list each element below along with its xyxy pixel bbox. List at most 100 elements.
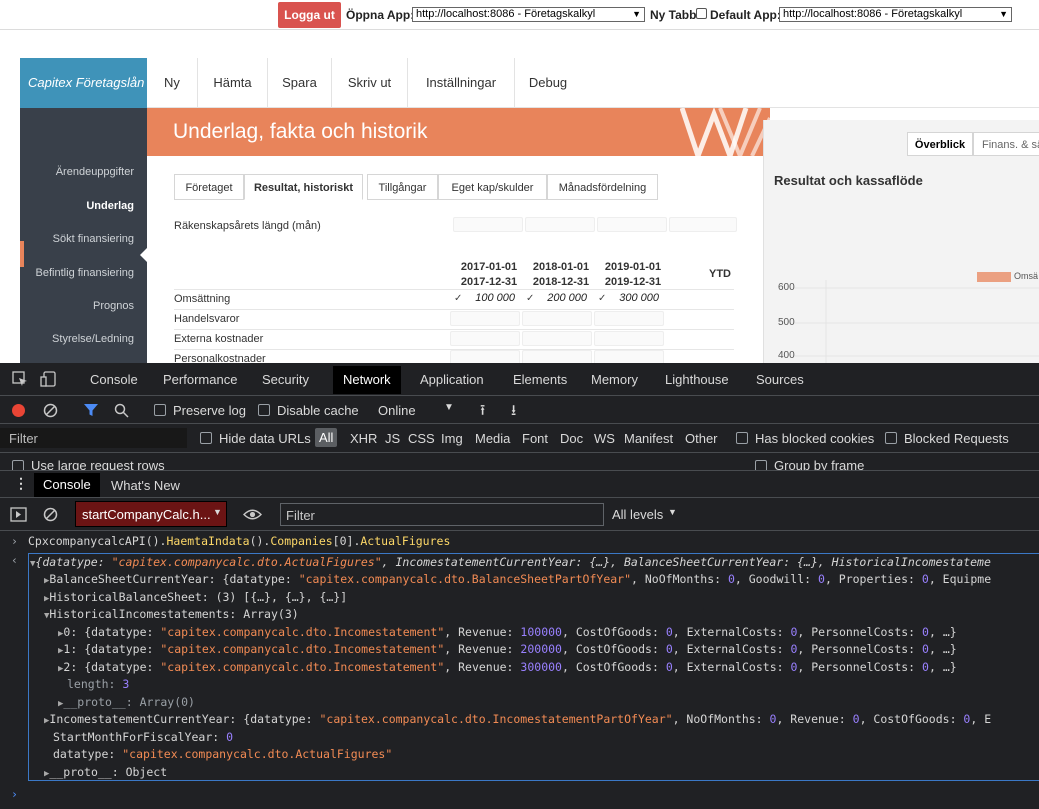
tab-equity-liabilities[interactable]: Eget kap/skulder bbox=[438, 174, 547, 200]
nav-settings[interactable]: Inställningar bbox=[408, 58, 515, 108]
sidebar-toggle-icon[interactable] bbox=[10, 507, 27, 522]
drawer-tab-console[interactable]: Console bbox=[34, 473, 100, 497]
new-tab-checkbox[interactable] bbox=[696, 8, 707, 19]
tab-elements[interactable]: Elements bbox=[513, 372, 567, 387]
has-blocked-cookies-checkbox[interactable] bbox=[736, 432, 748, 444]
filter-img[interactable]: Img bbox=[441, 431, 463, 446]
tab-sources[interactable]: Sources bbox=[756, 372, 804, 387]
tab-memory[interactable]: Memory bbox=[591, 372, 638, 387]
fiscal-length-input-2017[interactable] bbox=[453, 217, 523, 232]
historical-incomestatements-line[interactable]: ▼HistoricalIncomestatements: Array(3) bbox=[44, 607, 299, 621]
context-selector[interactable]: startCompanyCalc.h... ▼ bbox=[75, 501, 227, 527]
tab-lighthouse[interactable]: Lighthouse bbox=[665, 372, 729, 387]
tab-results-history[interactable]: Resultat, historiskt bbox=[244, 174, 363, 200]
nav-print[interactable]: Skriv ut bbox=[332, 58, 408, 108]
personnel-costs-input-2017[interactable] bbox=[450, 350, 520, 363]
network-filter-input[interactable]: Filter bbox=[0, 428, 187, 448]
filter-doc[interactable]: Doc bbox=[560, 431, 583, 446]
nav-new[interactable]: Ny bbox=[147, 58, 198, 108]
large-rows-checkbox[interactable] bbox=[12, 460, 24, 470]
external-costs-input-2017[interactable] bbox=[450, 331, 520, 346]
personnel-costs-input-2018[interactable] bbox=[522, 350, 592, 363]
text: __proto__: Array(0) bbox=[63, 695, 195, 709]
default-app-select[interactable]: http://localhost:8086 - Företagskalkyl ▼ bbox=[779, 7, 1012, 22]
tab-console[interactable]: Console bbox=[90, 372, 138, 387]
filter-xhr[interactable]: XHR bbox=[350, 431, 377, 446]
sidebar-item-requested-financing[interactable]: Sökt finansiering bbox=[53, 233, 134, 245]
tab-finance[interactable]: Finans. & sä bbox=[973, 132, 1039, 156]
filter-icon[interactable] bbox=[83, 403, 99, 418]
revenue-input-2019[interactable]: ✓ 300 000 bbox=[594, 291, 664, 306]
goods-input-2018[interactable] bbox=[522, 311, 592, 326]
goods-input-2019[interactable] bbox=[594, 311, 664, 326]
preserve-log-checkbox[interactable] bbox=[154, 404, 166, 416]
filter-ws[interactable]: WS bbox=[594, 431, 615, 446]
brand-logo[interactable]: Capitex Företagslån bbox=[20, 58, 147, 108]
inspect-element-icon[interactable] bbox=[12, 371, 28, 387]
goods-input-2017[interactable] bbox=[450, 311, 520, 326]
filter-all[interactable]: All bbox=[315, 428, 338, 447]
clear-console-icon[interactable] bbox=[43, 507, 58, 522]
incomestatement-current-line[interactable]: ▶IncomestatementCurrentYear: {datatype: … bbox=[44, 712, 991, 726]
tab-overview[interactable]: Överblick bbox=[907, 132, 973, 156]
nav-fetch[interactable]: Hämta bbox=[198, 58, 268, 108]
incomestatement-item-2[interactable]: ▶2: {datatype: "capitex.companycalc.dto.… bbox=[58, 660, 957, 674]
device-toolbar-icon[interactable] bbox=[40, 371, 58, 387]
drawer-tab-whats-new[interactable]: What's New bbox=[111, 478, 180, 493]
sidebar-item-existing-financing[interactable]: Befintlig finansiering bbox=[36, 267, 134, 279]
import-har-icon[interactable]: ⭱ bbox=[480, 400, 485, 425]
fiscal-length-input-2019[interactable] bbox=[597, 217, 667, 232]
historical-balance-line[interactable]: ▶HistoricalBalanceSheet: (3) [{…}, {…}, … bbox=[44, 590, 347, 604]
hide-data-urls-checkbox[interactable] bbox=[200, 432, 212, 444]
tab-monthly-distribution[interactable]: Månadsfördelning bbox=[547, 174, 658, 200]
log-levels-select[interactable]: All levels bbox=[612, 507, 663, 522]
sidebar-item-basis[interactable]: Underlag bbox=[86, 200, 134, 212]
external-costs-input-2018[interactable] bbox=[522, 331, 592, 346]
tab-assets[interactable]: Tillgångar bbox=[367, 174, 438, 200]
filter-js[interactable]: JS bbox=[385, 431, 400, 446]
export-har-icon[interactable]: ⭳ bbox=[511, 400, 516, 425]
tab-application[interactable]: Application bbox=[420, 372, 484, 387]
tab-network[interactable]: Network bbox=[333, 366, 401, 394]
personnel-costs-input-2019[interactable] bbox=[594, 350, 664, 363]
console-input[interactable] bbox=[28, 784, 1028, 804]
sidebar-item-board[interactable]: Styrelse/Ledning bbox=[52, 333, 134, 345]
console-command[interactable]: CpxcompanycalcAPI().HaemtaIndata().Compa… bbox=[28, 534, 450, 548]
record-icon[interactable] bbox=[12, 404, 25, 417]
external-costs-input-2019[interactable] bbox=[594, 331, 664, 346]
console-filter-input[interactable]: Filter bbox=[280, 503, 604, 526]
filter-media[interactable]: Media bbox=[475, 431, 510, 446]
group-by-frame-checkbox[interactable] bbox=[755, 460, 767, 470]
fiscal-length-input-2018[interactable] bbox=[525, 217, 595, 232]
text: BalanceSheetCurrentYear: bbox=[49, 572, 223, 586]
revenue-input-2018[interactable]: ✓ 200 000 bbox=[522, 291, 592, 306]
incomestatement-item-0[interactable]: ▶0: {datatype: "capitex.companycalc.dto.… bbox=[58, 625, 957, 639]
filter-other[interactable]: Other bbox=[685, 431, 718, 446]
tab-security[interactable]: Security bbox=[262, 372, 309, 387]
clear-icon[interactable] bbox=[43, 403, 58, 418]
filter-css[interactable]: CSS bbox=[408, 431, 435, 446]
tab-company[interactable]: Företaget bbox=[174, 174, 244, 200]
balance-sheet-line[interactable]: ▶BalanceSheetCurrentYear: {datatype: "ca… bbox=[44, 572, 991, 586]
blocked-requests-checkbox[interactable] bbox=[885, 432, 897, 444]
sidebar-item-forecast[interactable]: Prognos bbox=[93, 300, 134, 312]
eye-icon[interactable] bbox=[243, 508, 262, 521]
tab-performance[interactable]: Performance bbox=[163, 372, 237, 387]
object-proto-line[interactable]: ▶__proto__: Object bbox=[44, 765, 167, 779]
array-proto-line[interactable]: ▶__proto__: Array(0) bbox=[58, 695, 195, 709]
open-app-select[interactable]: http://localhost:8086 - Företagskalkyl ▼ bbox=[412, 7, 645, 22]
filter-font[interactable]: Font bbox=[522, 431, 548, 446]
throttling-select[interactable]: Online bbox=[378, 403, 416, 418]
nav-debug[interactable]: Debug bbox=[515, 58, 581, 108]
fiscal-length-input-ytd[interactable] bbox=[669, 217, 737, 232]
filter-manifest[interactable]: Manifest bbox=[624, 431, 673, 446]
disable-cache-checkbox[interactable] bbox=[258, 404, 270, 416]
logout-button[interactable]: Logga ut bbox=[278, 2, 341, 28]
object-summary-line[interactable]: ▼{datatype: "capitex.companycalc.dto.Act… bbox=[30, 555, 991, 569]
revenue-input-2017[interactable]: ✓ 100 000 bbox=[450, 291, 520, 306]
incomestatement-item-1[interactable]: ▶1: {datatype: "capitex.companycalc.dto.… bbox=[58, 642, 957, 656]
nav-save[interactable]: Spara bbox=[268, 58, 332, 108]
search-icon[interactable] bbox=[114, 403, 129, 418]
sidebar-item-case-details[interactable]: Ärendeuppgifter bbox=[56, 166, 134, 178]
drawer-menu-icon[interactable]: ⋮ bbox=[14, 475, 28, 492]
